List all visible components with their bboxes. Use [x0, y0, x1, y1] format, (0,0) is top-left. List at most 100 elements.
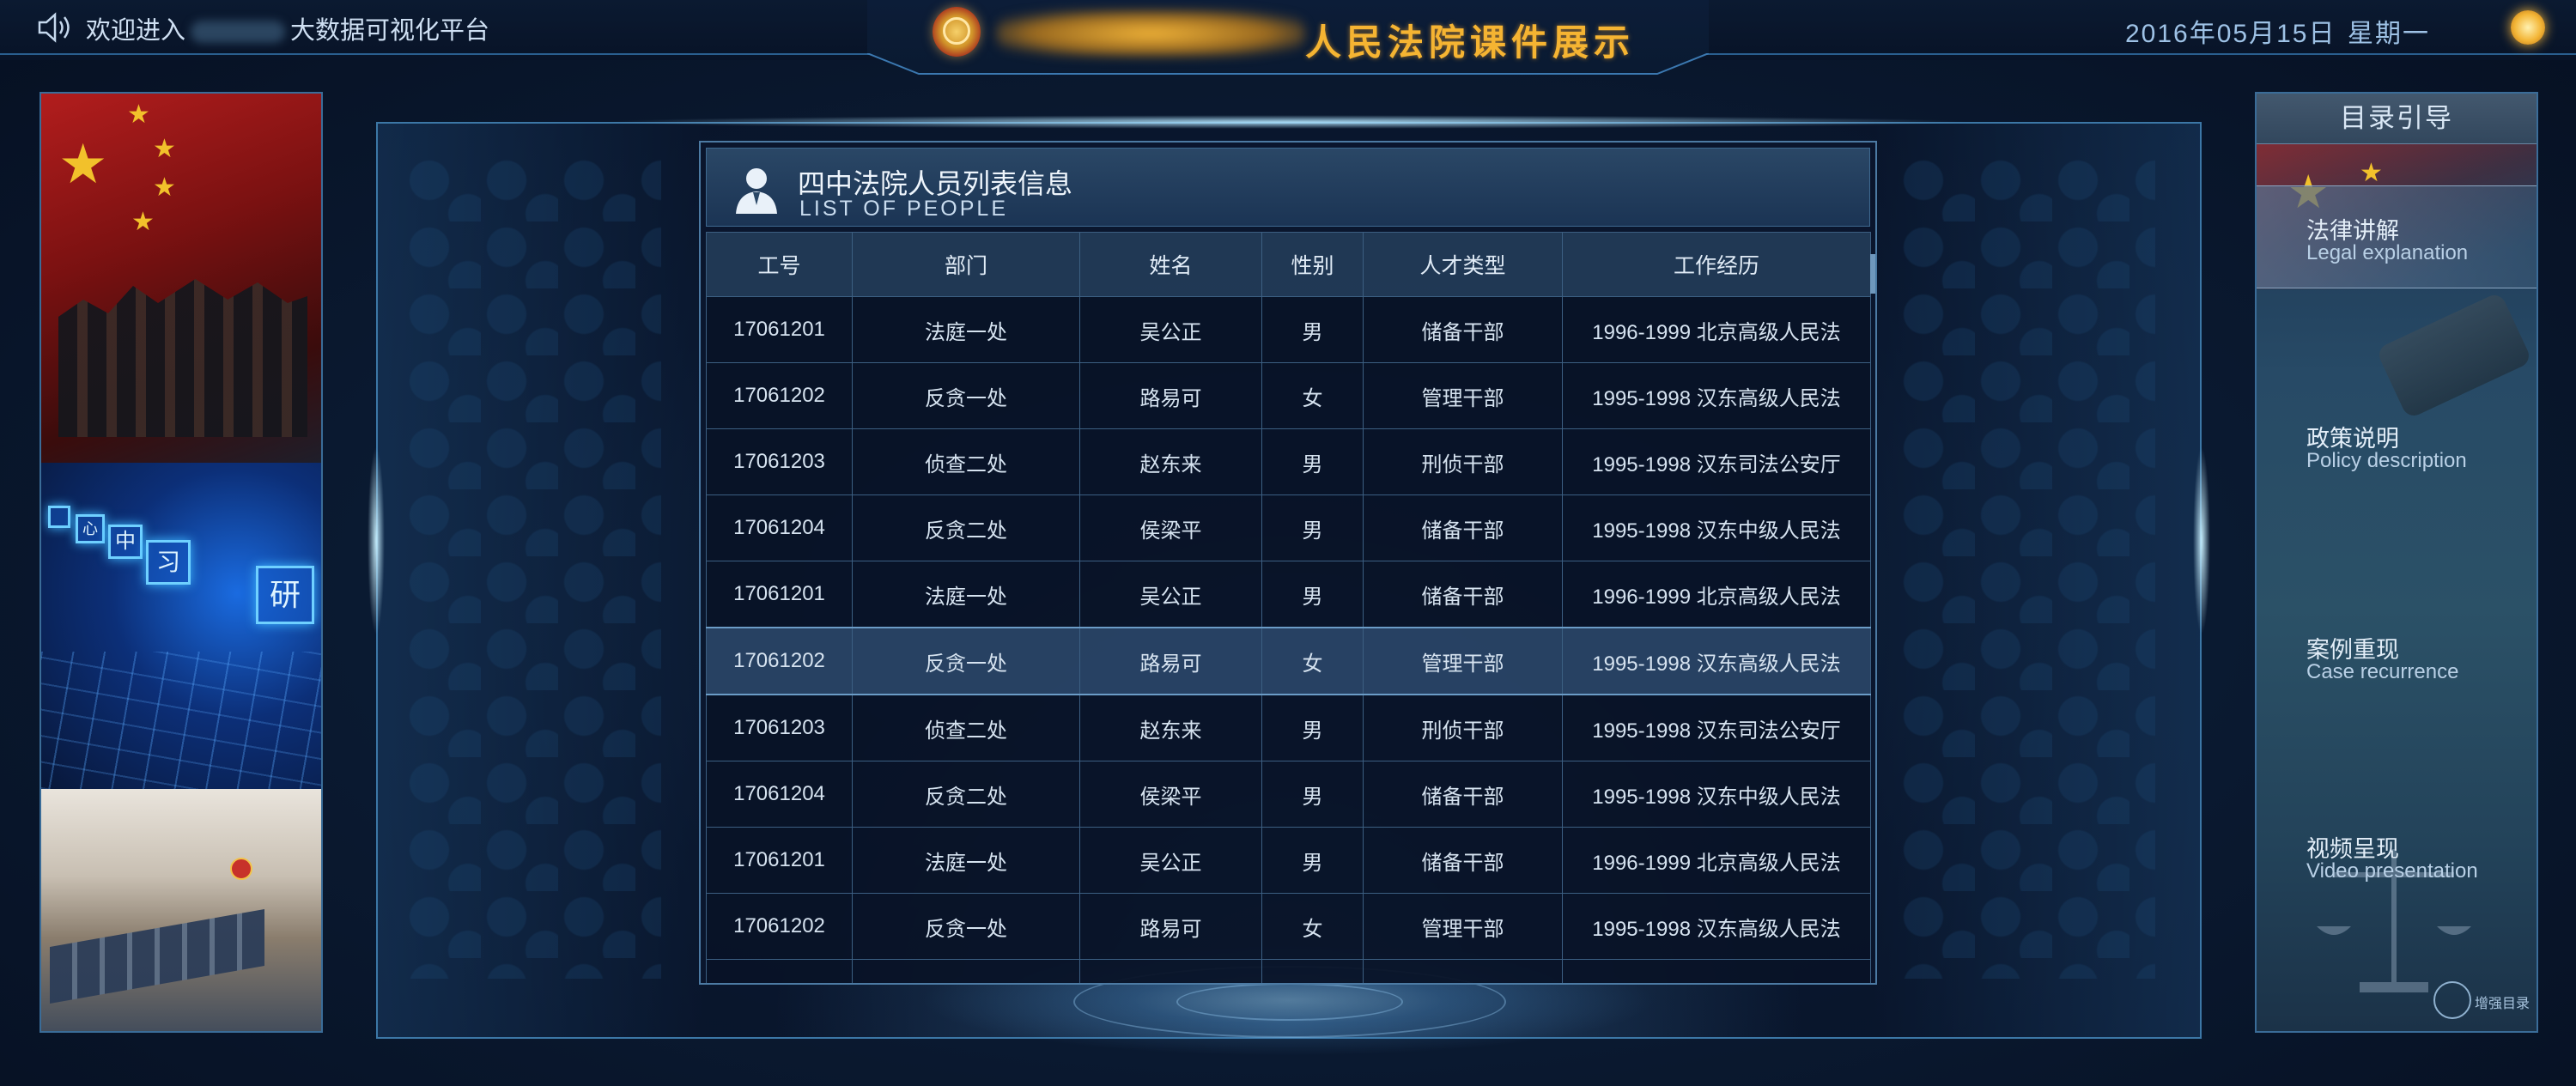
col-header-gender[interactable]: 性别 — [1261, 232, 1364, 297]
date-display: 2016年05月15日 — [2125, 20, 2336, 48]
cell-talent-type: 管理干部 — [1363, 627, 1563, 695]
list-header: 四中法院人员列表信息 LIST OF PEOPLE — [706, 148, 1870, 227]
cell-talent-type: 刑侦干部 — [1363, 694, 1563, 761]
cell-department: 侦查二处 — [852, 694, 1080, 761]
nav-item-sublabel: Policy description — [2306, 449, 2467, 472]
cell-department: 反贪一处 — [852, 627, 1080, 695]
cell-name: 路易可 — [1079, 893, 1262, 960]
cell-name: 赵东来 — [1079, 694, 1262, 761]
cell-experience: 1995-1998 汉东高级人民法 — [1562, 627, 1871, 695]
nav-item-policy-description[interactable]: 政策说明 Policy description — [2257, 394, 2537, 497]
cell-id: 17061202 — [706, 893, 853, 960]
nav-item-legal-explanation[interactable]: 法律讲解 Legal explanation — [2257, 185, 2537, 288]
judges-group — [58, 279, 307, 437]
cell-department: 反贪一处 — [852, 362, 1080, 429]
table-row[interactable]: 17061202 反贪一处 路易可女管理干部 1995-1998 汉东高级人民法 — [706, 893, 1871, 960]
nav-item-case-recurrence[interactable]: 案例重现 Case recurrence — [2257, 605, 2537, 708]
people-list-panel: 四中法院人员列表信息 LIST OF PEOPLE 工号 部门 姓名 性别 人才… — [699, 141, 1877, 985]
cell-experience: 1995-1998 汉东高级人民法 — [1562, 362, 1871, 429]
nav-item-sublabel: Case recurrence — [2306, 660, 2459, 683]
people-table: 工号 部门 姓名 性别 人才类型 工作经历 17061201 法庭一处 吴公正男储备… — [706, 232, 1871, 983]
table-header-row: 工号 部门 姓名 性别 人才类型 工作经历 — [706, 232, 1871, 297]
nav-item-video-presentation[interactable]: 视频呈现 Video presentation — [2257, 804, 2537, 907]
table-row[interactable]: 17061201 法庭一处 吴公正男储备干部 1996-1999 北京高级人民法 — [706, 296, 1871, 363]
cell-department: 反贪二处 — [852, 494, 1080, 561]
cell-id: 17061203 — [706, 428, 853, 495]
cell-name: 赵东来 — [1079, 428, 1262, 495]
cell-id: 17061201 — [706, 296, 853, 363]
cell-talent-type: 管理干部 — [1363, 362, 1563, 429]
cell-gender: 女 — [1261, 893, 1364, 960]
cell-talent-type: 储备干部 — [1363, 296, 1563, 363]
cell-experience: 1996-1999 北京高级人民法 — [1562, 296, 1871, 363]
person-icon — [736, 168, 777, 214]
cube-2: 中 — [108, 525, 143, 559]
cell-department: 反贪二处 — [852, 761, 1080, 828]
cell-id: 17061204 — [706, 761, 853, 828]
cell-department: 法庭一处 — [852, 561, 1080, 628]
cell-name: 侯梁平 — [1079, 494, 1262, 561]
cell-gender: 男 — [1261, 428, 1364, 495]
cell-id: 17061202 — [706, 627, 853, 695]
table-row[interactable]: 17061203侦查二处赵东来男刑侦干部1995-1998 汉东司法公安厅 — [706, 694, 1871, 761]
cell-talent-type: 刑侦干部 — [1363, 428, 1563, 495]
cell-talent-type: 储备干部 — [1363, 761, 1563, 828]
frame-glow-top — [601, 115, 1975, 129]
list-subtitle: LIST OF PEOPLE — [799, 197, 1009, 221]
cell-talent-type: 储备干部 — [1363, 494, 1563, 561]
nav-logo-text: 增强目录 — [2475, 997, 2530, 1011]
left-image-panel: ★ ★ ★ ★ ★ 心 中 习 研 — [39, 92, 323, 1033]
oath-photo: ★ ★ ★ ★ ★ — [41, 94, 321, 463]
cell-department: 反贪一处 — [852, 893, 1080, 960]
cell-experience: 1996-1999 北京高级人民法 — [1562, 561, 1871, 628]
col-header-department[interactable]: 部门 — [852, 232, 1080, 297]
speaker-icon[interactable] — [36, 10, 76, 45]
courtroom-photo — [41, 789, 321, 1031]
nav-item-sublabel: Video presentation — [2306, 859, 2478, 883]
cell-gender: 男 — [1261, 827, 1364, 894]
sun-icon — [2511, 10, 2545, 45]
table-row[interactable]: 17061202 反贪一处 路易可女管理干部 1995-1998 汉东高级人民法 — [706, 362, 1871, 429]
table-row[interactable]: 17061202 反贪一处 路易可女管理干部 1995-1998 汉东高级人民法 — [706, 627, 1871, 695]
cell-department: 侦查二处 — [852, 428, 1080, 495]
cell-gender: 男 — [1261, 494, 1364, 561]
cell-experience: 1996-1999 北京高级人民法 — [1562, 827, 1871, 894]
cell-name: 路易可 — [1079, 627, 1262, 695]
cell-gender: 男 — [1261, 296, 1364, 363]
cell-gender: 女 — [1261, 627, 1364, 695]
frame-glow-right — [2193, 446, 2210, 635]
nav-title: 目录引导 — [2257, 94, 2537, 144]
nav-logo-icon[interactable] — [2433, 981, 2471, 1019]
hex-pattern-right — [1898, 155, 2155, 979]
col-header-name[interactable]: 姓名 — [1079, 232, 1262, 297]
cell-experience: 1995-1998 汉东高级人民法 — [1562, 893, 1871, 960]
cell-id: 17061203 — [706, 959, 853, 983]
table-row[interactable]: 17061204 反贪二处 侯梁平男储备干部 1995-1998 汉东中级人民法 — [706, 761, 1871, 828]
cube-4: 研 — [256, 566, 314, 624]
cell-name: 赵东来 — [1079, 959, 1262, 983]
table-scrollbar[interactable] — [1870, 254, 1875, 294]
cube-3: 习 — [146, 540, 191, 585]
directory-nav-panel: ★ ★ 目录引导 法律讲解 Legal explanation 政策说明 Pol… — [2255, 92, 2538, 1033]
cell-name: 吴公正 — [1079, 827, 1262, 894]
cell-id: 17061204 — [706, 494, 853, 561]
cell-department: 法庭一处 — [852, 827, 1080, 894]
cell-gender: 男 — [1261, 761, 1364, 828]
table-row[interactable]: 17061201 法庭一处 吴公正男储备干部 1996-1999 北京高级人民法 — [706, 827, 1871, 894]
table-row[interactable]: 17061201 法庭一处 吴公正男储备干部 1996-1999 北京高级人民法 — [706, 561, 1871, 628]
table-row[interactable]: 17061203侦查二处赵东来男刑侦干部1995-1998 汉东司法公安厅 — [706, 959, 1871, 983]
col-header-talent-type[interactable]: 人才类型 — [1363, 232, 1563, 297]
redacted-name — [191, 21, 286, 44]
cell-id: 17061202 — [706, 362, 853, 429]
cell-gender: 男 — [1261, 959, 1364, 983]
col-header-experience[interactable]: 工作经历 — [1562, 232, 1871, 297]
table-row[interactable]: 17061204 反贪二处 侯梁平男储备干部 1995-1998 汉东中级人民法 — [706, 494, 1871, 561]
table-row[interactable]: 17061203侦查二处赵东来男刑侦干部1995-1998 汉东司法公安厅 — [706, 428, 1871, 495]
page-title: 人民法院课件展示 — [1305, 22, 1636, 63]
cell-name: 吴公正 — [1079, 561, 1262, 628]
cell-experience: 1995-1998 汉东中级人民法 — [1562, 761, 1871, 828]
welcome-suffix: 大数据可视化平台 — [290, 17, 490, 45]
col-header-id[interactable]: 工号 — [706, 232, 853, 297]
cell-experience: 1995-1998 汉东中级人民法 — [1562, 494, 1871, 561]
nav-item-sublabel: Legal explanation — [2306, 241, 2469, 264]
